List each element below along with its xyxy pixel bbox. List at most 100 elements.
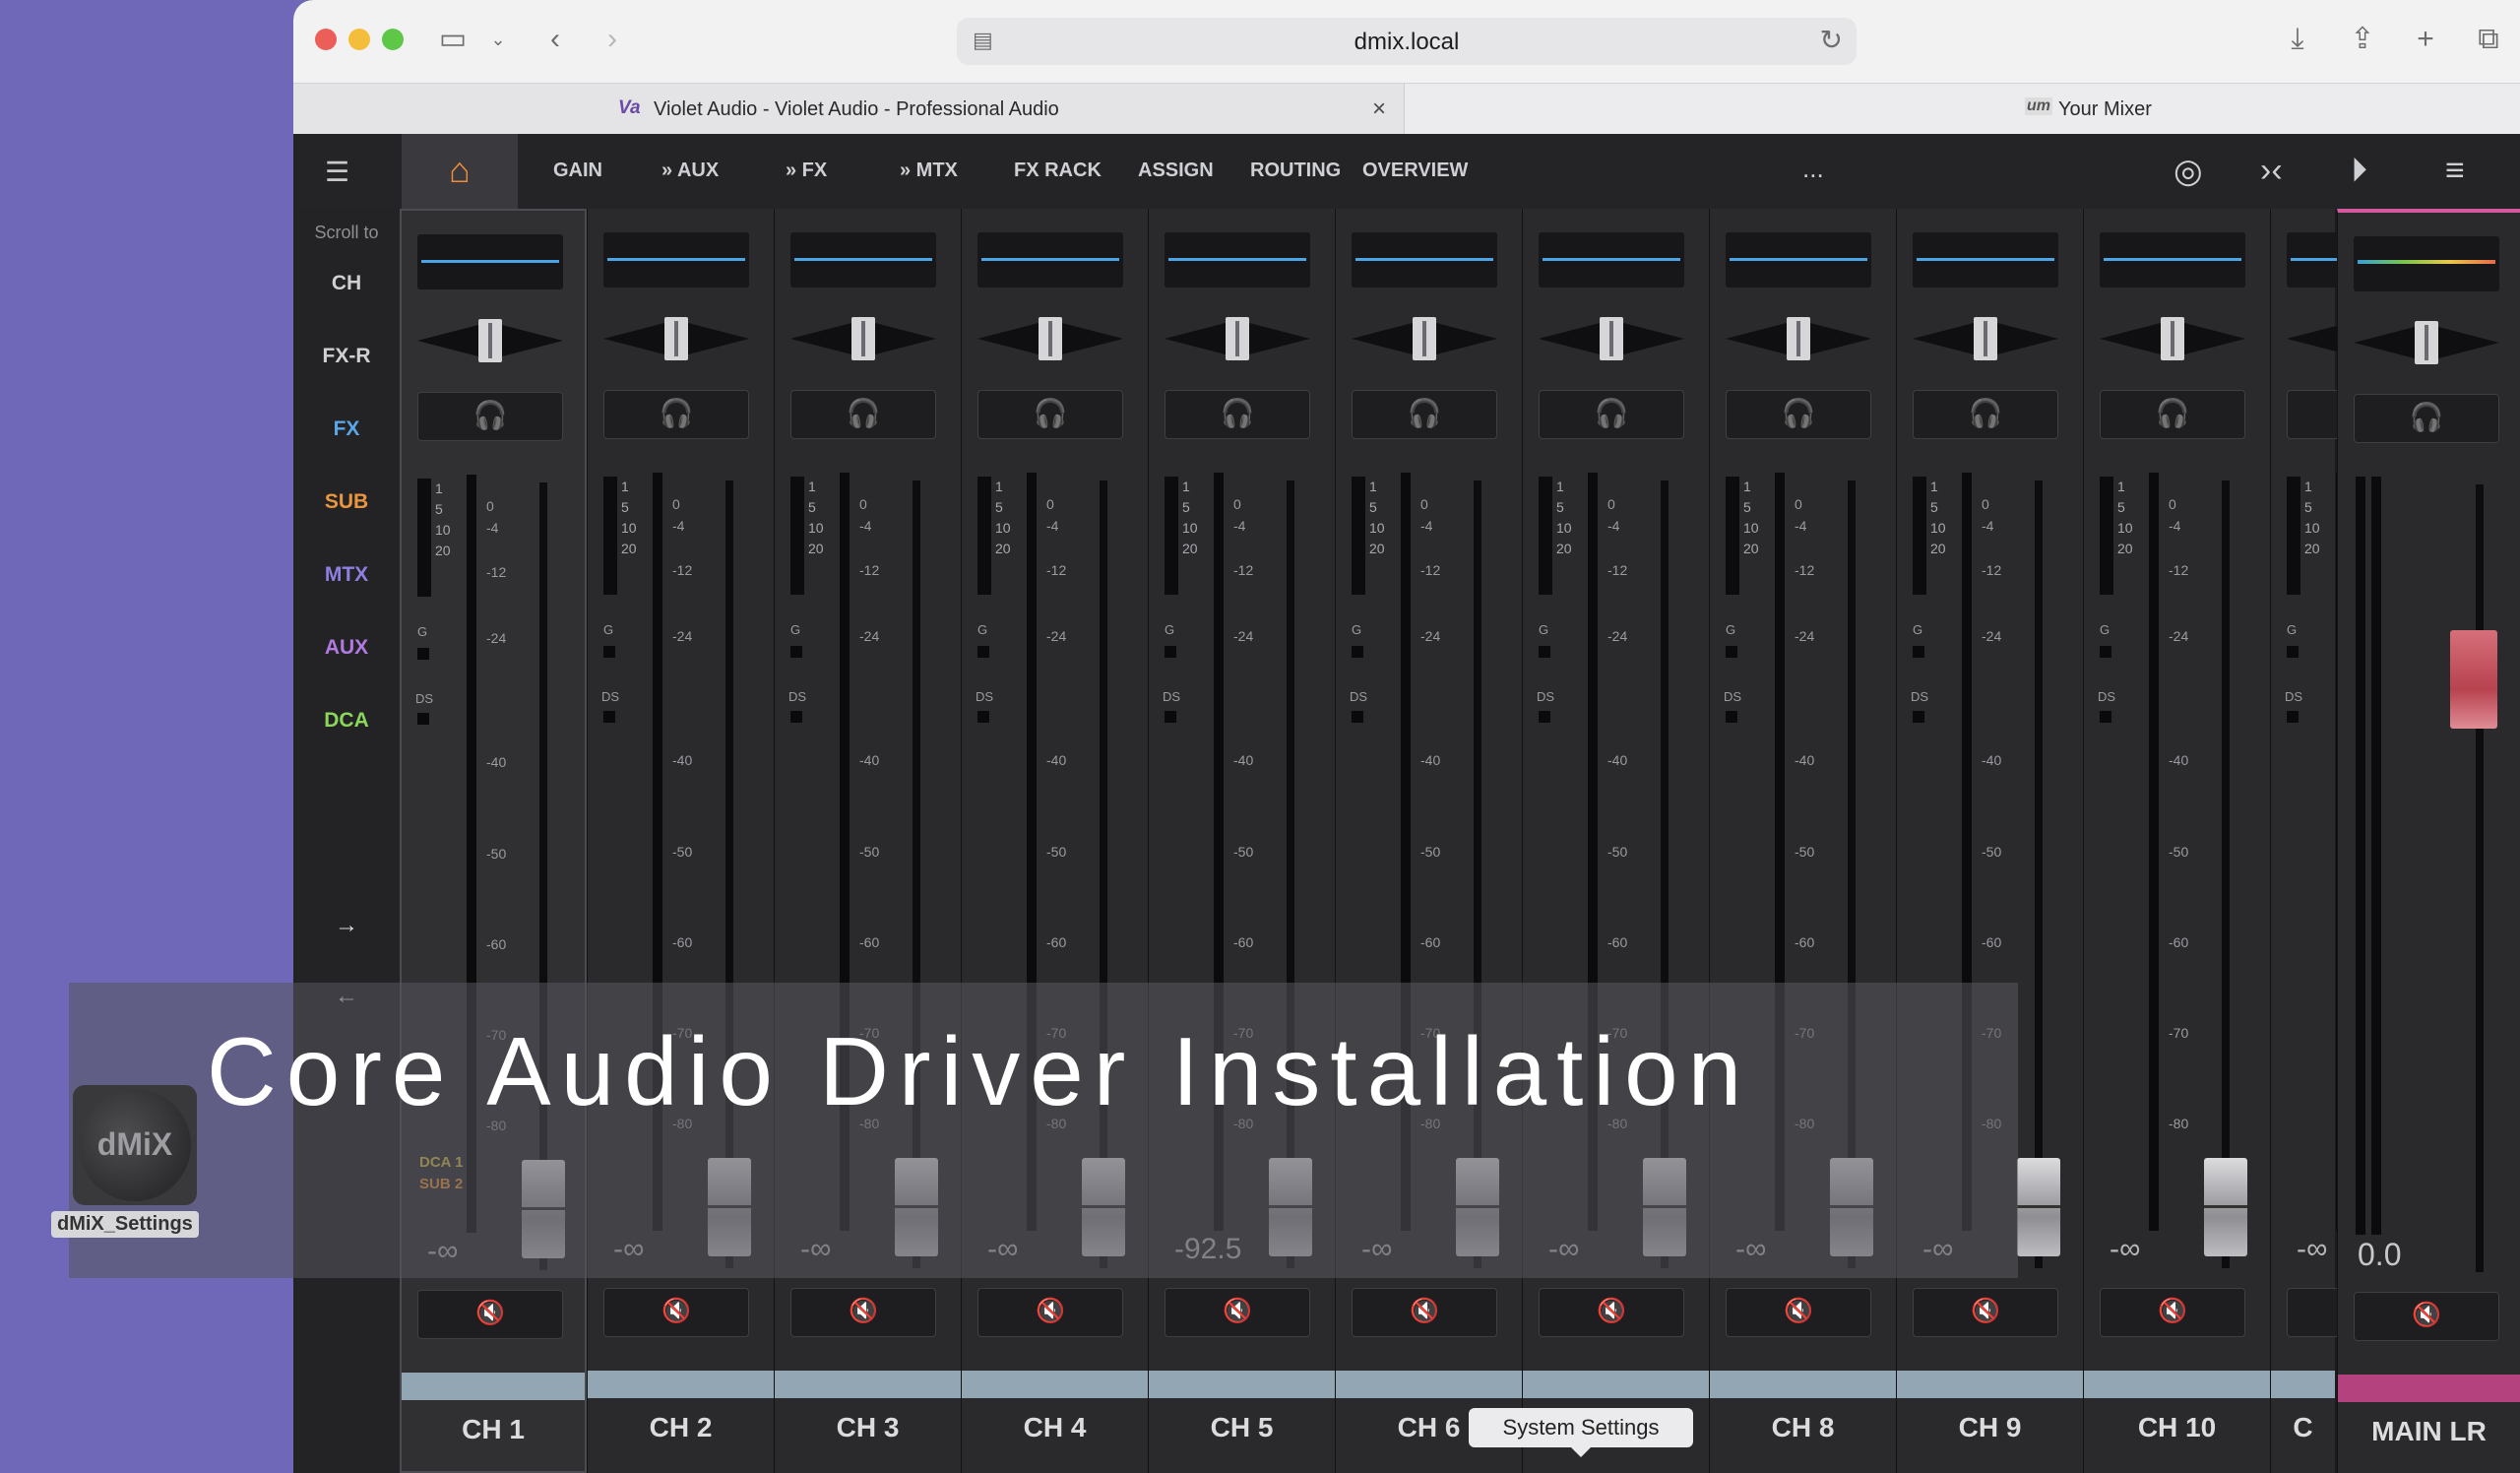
pan-control[interactable] — [417, 319, 563, 362]
gate-label: G — [1165, 622, 1175, 637]
mute-button[interactable]: 🔇 — [1539, 1288, 1684, 1337]
pan-control[interactable] — [790, 317, 936, 360]
channel-name[interactable]: CH 3 — [775, 1412, 961, 1443]
mute-button[interactable]: 🔇 — [417, 1290, 563, 1339]
solo-button[interactable]: 🎧 — [1352, 390, 1497, 439]
channel-name[interactable]: MAIN LR — [2338, 1416, 2520, 1447]
eq-display[interactable] — [1165, 232, 1310, 288]
collapse-icon[interactable]: ›‹ — [2260, 152, 2283, 190]
mute-button[interactable]: 🔇 — [603, 1288, 749, 1337]
solo-button[interactable]: 🎧 — [2100, 390, 2245, 439]
mute-button[interactable]: 🔇 — [977, 1288, 1123, 1337]
mute-button[interactable]: 🔇 — [2100, 1288, 2245, 1337]
tab-overview-icon[interactable]: ⧉ — [2467, 20, 2510, 59]
desktop-app-icon[interactable]: dMiX — [73, 1085, 197, 1205]
channel-fader[interactable] — [2204, 1158, 2247, 1256]
pan-control[interactable] — [977, 317, 1123, 360]
channel-name[interactable]: C — [2271, 1412, 2335, 1443]
pan-control[interactable] — [1913, 317, 2058, 360]
scroll-forward-icon[interactable]: → — [293, 912, 400, 939]
sidebar-toggle-icon[interactable]: ▭ — [431, 20, 474, 59]
pan-control[interactable] — [1539, 317, 1684, 360]
nav-aux[interactable]: » AUX — [662, 160, 719, 182]
nav-fx[interactable]: » FX — [786, 160, 827, 182]
desktop-icon-label[interactable]: dMiX_Settings — [51, 1211, 199, 1238]
scroll-to-fx-r[interactable]: FX-R — [293, 345, 400, 368]
solo-button[interactable]: 🎧 — [1913, 390, 2058, 439]
close-window-button[interactable] — [315, 29, 337, 50]
solo-button[interactable]: 🎧 — [417, 392, 563, 441]
mute-button[interactable]: 🔇 — [1165, 1288, 1310, 1337]
scroll-to-fx[interactable]: FX — [293, 417, 400, 441]
forward-icon[interactable]: › — [591, 20, 634, 59]
nav-overview[interactable]: OVERVIEW — [1362, 160, 1468, 182]
solo-button[interactable]: 🎧 — [1165, 390, 1310, 439]
eq-display[interactable] — [790, 232, 936, 288]
channel-fader[interactable] — [2017, 1158, 2060, 1256]
nav-gain[interactable]: GAIN — [553, 160, 602, 182]
scroll-to-aux[interactable]: AUX — [293, 636, 400, 660]
solo-button[interactable]: 🎧 — [1726, 390, 1871, 439]
eq-display[interactable] — [417, 234, 563, 289]
chevron-down-icon[interactable]: ⌄ — [476, 20, 520, 59]
eq-display[interactable] — [2354, 236, 2499, 291]
scroll-to-ch[interactable]: CH — [293, 272, 400, 295]
mute-button[interactable]: 🔇 — [1726, 1288, 1871, 1337]
minimize-window-button[interactable] — [348, 29, 370, 50]
solo-button[interactable]: 🎧 — [790, 390, 936, 439]
scroll-to-sub[interactable]: SUB — [293, 490, 400, 514]
channel-name[interactable]: CH 1 — [402, 1414, 585, 1445]
pan-control[interactable] — [2354, 321, 2499, 364]
home-button[interactable]: ⌂ — [402, 134, 518, 209]
reload-icon[interactable]: ↻ — [1820, 24, 1843, 56]
channel-name[interactable]: CH 4 — [962, 1412, 1148, 1443]
mute-button[interactable]: 🔇 — [1352, 1288, 1497, 1337]
solo-button[interactable]: 🎧 — [977, 390, 1123, 439]
pan-control[interactable] — [1726, 317, 1871, 360]
tab-your-mixer[interactable]: um Your Mixer — [1404, 84, 2520, 135]
new-tab-icon[interactable]: + — [2404, 20, 2447, 59]
nav-assign[interactable]: ASSIGN — [1138, 160, 1214, 182]
eq-display[interactable] — [977, 232, 1123, 288]
nav-mtx[interactable]: » MTX — [900, 160, 958, 182]
channel-name[interactable]: CH 2 — [588, 1412, 774, 1443]
pan-control[interactable] — [603, 317, 749, 360]
nav-routing[interactable]: ROUTING — [1250, 160, 1341, 182]
channel-name[interactable]: CH 9 — [1897, 1412, 2083, 1443]
tab-violet-audio[interactable]: Va Violet Audio - Violet Audio - Profess… — [293, 84, 1404, 135]
main-fader[interactable] — [2450, 630, 2497, 729]
more-button[interactable]: ... — [1802, 154, 1824, 184]
mute-button[interactable]: 🔇 — [1913, 1288, 2058, 1337]
download-icon[interactable]: ⤓ — [2276, 20, 2319, 59]
close-tab-icon[interactable]: × — [1372, 96, 1386, 123]
eq-display[interactable] — [1913, 232, 2058, 288]
back-icon[interactable]: ‹ — [534, 20, 577, 59]
target-icon[interactable]: ◎ — [2174, 152, 2203, 191]
scroll-to-dca[interactable]: DCA — [293, 709, 400, 733]
eq-display[interactable] — [603, 232, 749, 288]
eq-display[interactable] — [1539, 232, 1684, 288]
zoom-window-button[interactable] — [382, 29, 404, 50]
scroll-to-mtx[interactable]: MTX — [293, 563, 400, 587]
eq-display[interactable] — [1352, 232, 1497, 288]
fader-scale-tick: -12 — [1233, 562, 1254, 578]
eq-display[interactable] — [2100, 232, 2245, 288]
channel-name[interactable]: CH 10 — [2084, 1412, 2270, 1443]
solo-button[interactable]: 🎧 — [1539, 390, 1684, 439]
sliders-icon[interactable]: ☰ — [325, 156, 349, 188]
nav-fx-rack[interactable]: FX RACK — [1014, 160, 1102, 182]
solo-button[interactable]: 🎧 — [2354, 394, 2499, 443]
channel-name[interactable]: CH 5 — [1149, 1412, 1335, 1443]
share-icon[interactable]: ⇪ — [2341, 20, 2384, 59]
pan-control[interactable] — [1165, 317, 1310, 360]
solo-button[interactable]: 🎧 — [603, 390, 749, 439]
menu-icon[interactable]: ≡ — [2445, 152, 2465, 190]
address-bar[interactable]: ▤ dmix.local ↻ — [957, 18, 1857, 65]
pan-control[interactable] — [1352, 317, 1497, 360]
pan-control[interactable] — [2100, 317, 2245, 360]
mute-button[interactable]: 🔇 — [790, 1288, 936, 1337]
play-icon[interactable]: ⏵ — [2351, 152, 2367, 190]
mute-button[interactable]: 🔇 — [2354, 1292, 2499, 1341]
eq-display[interactable] — [1726, 232, 1871, 288]
channel-name[interactable]: CH 8 — [1710, 1412, 1896, 1443]
